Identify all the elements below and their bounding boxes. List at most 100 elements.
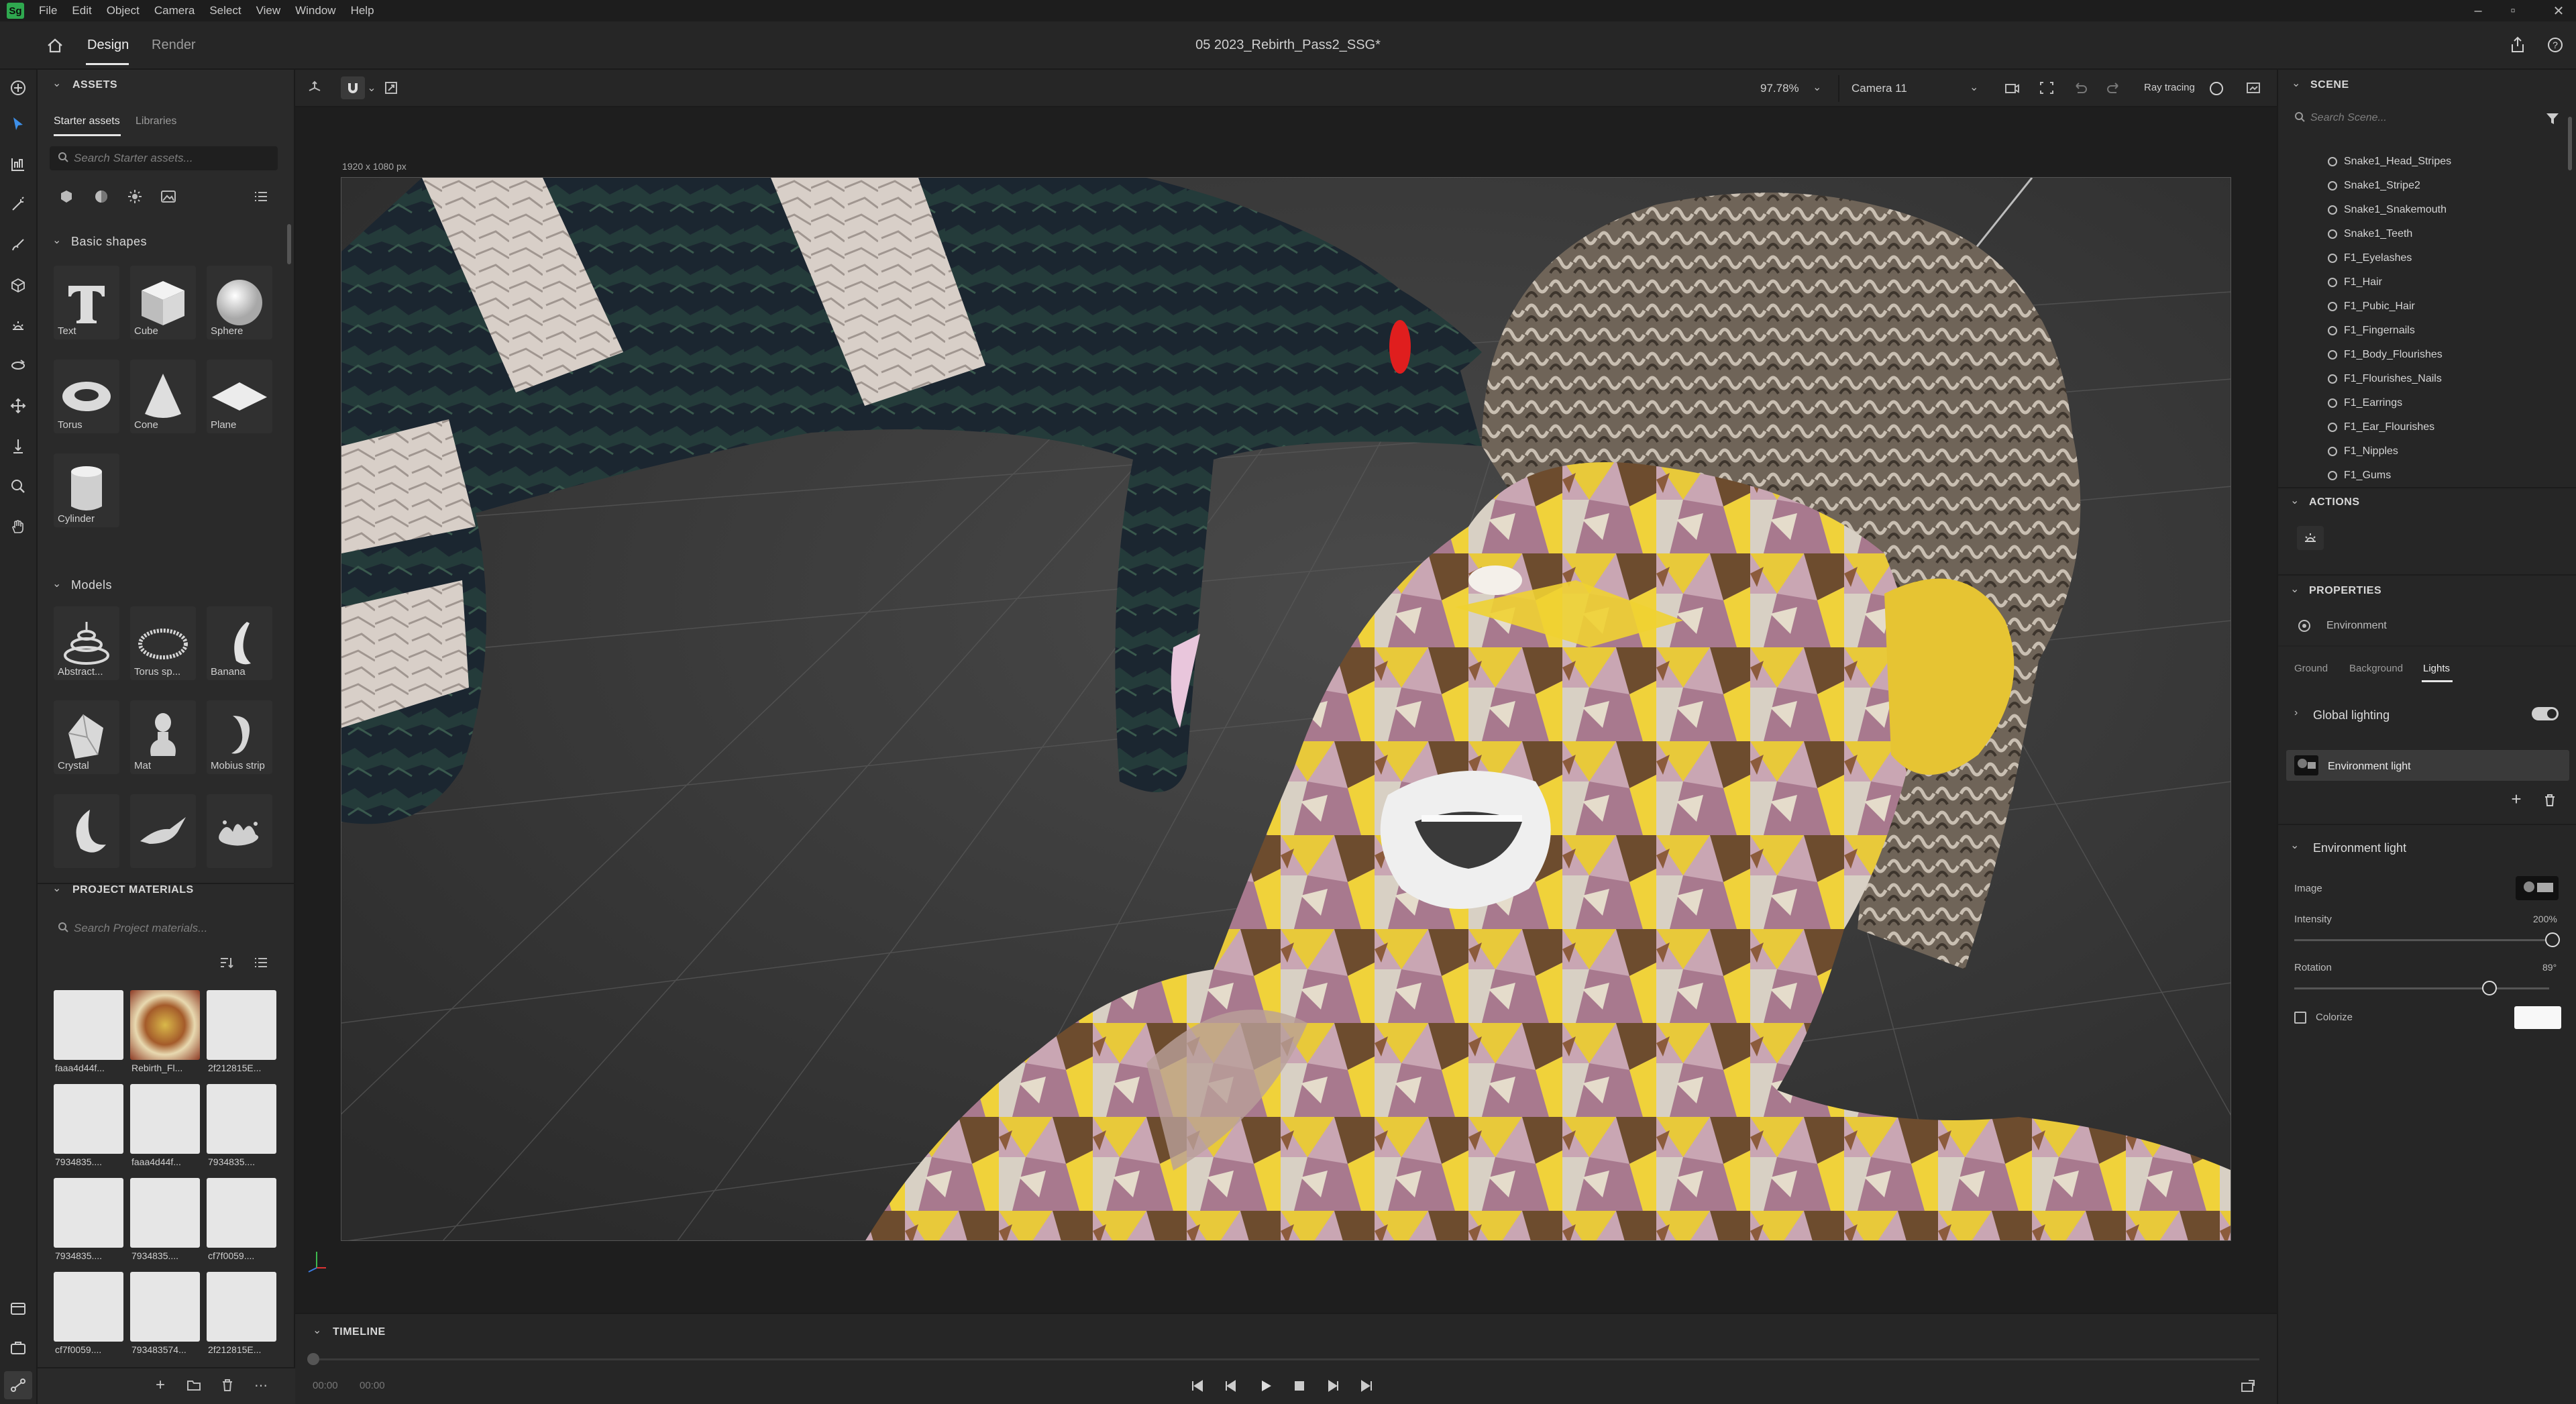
list-view-icon[interactable]	[252, 188, 270, 205]
graph-icon[interactable]	[4, 1371, 32, 1399]
scene-item[interactable]: Snake1_Snakemouth	[2328, 204, 2447, 216]
shapes-filter-icon[interactable]	[58, 188, 75, 205]
scene-item[interactable]: Snake1_Stripe2	[2328, 180, 2420, 192]
sort-icon[interactable]	[217, 954, 235, 971]
visibility-icon[interactable]	[2328, 374, 2337, 384]
skip-end-icon[interactable]	[1356, 1376, 1377, 1396]
close-icon[interactable]: ✕	[2542, 0, 2575, 21]
visibility-icon[interactable]	[2328, 423, 2337, 432]
visibility-icon[interactable]	[2328, 326, 2337, 335]
delete-light-icon[interactable]	[2540, 790, 2560, 810]
undo-view-icon[interactable]	[2070, 78, 2090, 98]
render-settings-icon[interactable]	[2243, 78, 2263, 98]
shape-plane-tile[interactable]: Plane	[207, 360, 272, 433]
tab-starter-assets[interactable]: Starter assets	[54, 115, 120, 127]
properties-collapse-icon[interactable]: ⌄	[2290, 582, 2299, 596]
scene-item[interactable]: F1_Fingernails	[2328, 325, 2415, 337]
scene-item[interactable]: F1_Nipples	[2328, 445, 2398, 457]
env-light-collapse-icon[interactable]: ⌄	[2290, 839, 2299, 852]
shape-torus-tile[interactable]: Torus	[54, 360, 119, 433]
basic-shapes-collapse-icon[interactable]: ⌄	[52, 233, 61, 247]
material-swatch[interactable]: 7934835....	[54, 1178, 123, 1262]
stop-icon[interactable]	[1289, 1376, 1309, 1396]
scene-scrollbar[interactable]	[2568, 117, 2572, 170]
align-tool-icon[interactable]	[8, 154, 28, 174]
material-swatch[interactable]: 7934835....	[207, 1084, 276, 1169]
more-icon[interactable]: ⋯	[252, 1376, 270, 1394]
rotation-slider-track[interactable]	[2294, 987, 2549, 989]
model-crystal-tile[interactable]: Crystal	[54, 700, 119, 774]
zoom-level[interactable]: 97.78%	[1760, 82, 1799, 95]
material-swatch[interactable]: 7934835....	[54, 1084, 123, 1169]
step-back-icon[interactable]	[1221, 1376, 1241, 1396]
menu-help[interactable]: Help	[351, 4, 374, 17]
rotation-slider-knob[interactable]	[2482, 981, 2497, 995]
materials-list-view-icon[interactable]	[252, 954, 270, 971]
material-swatch[interactable]: cf7f0059....	[54, 1272, 123, 1356]
skip-start-icon[interactable]	[1187, 1376, 1208, 1396]
global-lighting-expand-icon[interactable]: ›	[2294, 707, 2298, 719]
timeline-track[interactable]	[314, 1358, 2259, 1360]
lights-filter-icon[interactable]	[126, 188, 144, 205]
env-image-thumbnail[interactable]	[2516, 876, 2559, 900]
assets-scrollbar[interactable]	[287, 224, 291, 264]
tab-lights[interactable]: Lights	[2423, 663, 2450, 674]
shape-cone-tile[interactable]: Cone	[130, 360, 196, 433]
shape-text-tile[interactable]: Text	[54, 266, 119, 339]
material-swatch[interactable]: faaa4d44f...	[130, 1084, 200, 1169]
scene-item[interactable]: F1_Gums	[2328, 470, 2391, 482]
material-swatch[interactable]: 2f212815E...	[207, 990, 276, 1075]
material-swatch[interactable]: 7934835....	[130, 1178, 200, 1262]
visibility-icon[interactable]	[2328, 398, 2337, 408]
visibility-icon[interactable]	[2328, 278, 2337, 287]
scene-collapse-icon[interactable]: ⌄	[2292, 76, 2300, 90]
project-materials-collapse-icon[interactable]: ⌄	[52, 881, 61, 895]
minimize-icon[interactable]: –	[2462, 0, 2494, 21]
add-material-icon[interactable]: +	[152, 1376, 169, 1394]
menu-file[interactable]: File	[39, 4, 57, 17]
shape-cylinder-tile[interactable]: Cylinder	[54, 453, 119, 527]
render-canvas[interactable]	[341, 177, 2231, 1241]
rotation-value[interactable]: 89°	[2542, 962, 2557, 973]
visibility-icon[interactable]	[2328, 229, 2337, 239]
zoom-dropdown-icon[interactable]: ⌄	[1813, 80, 1821, 94]
filter-icon[interactable]	[2542, 109, 2563, 129]
camera-select[interactable]: Camera 11	[1851, 82, 1907, 95]
visibility-icon[interactable]	[2328, 205, 2337, 215]
actions-collapse-icon[interactable]: ⌄	[2290, 494, 2299, 507]
redo-view-icon[interactable]	[2104, 78, 2124, 98]
model-bird-tile[interactable]	[130, 794, 196, 868]
transform-icon[interactable]	[305, 78, 325, 98]
global-lighting-toggle[interactable]	[2532, 707, 2559, 720]
images-filter-icon[interactable]	[160, 188, 177, 205]
materials-filter-icon[interactable]	[93, 188, 110, 205]
menu-edit[interactable]: Edit	[72, 4, 91, 17]
menu-window[interactable]: Window	[295, 4, 335, 17]
export-animation-icon[interactable]	[2238, 1376, 2258, 1396]
visibility-icon[interactable]	[2328, 471, 2337, 480]
add-icon[interactable]	[8, 78, 28, 98]
material-brush-icon[interactable]	[8, 235, 28, 255]
model-mat-tile[interactable]: Mat	[130, 700, 196, 774]
model-abstract-tile[interactable]: Abstract...	[54, 606, 119, 680]
tab-libraries[interactable]: Libraries	[136, 115, 176, 127]
scene-item[interactable]: F1_Eyelashes	[2328, 252, 2412, 264]
scene-item[interactable]: Snake1_Head_Stripes	[2328, 156, 2451, 168]
shape-sphere-tile[interactable]: Sphere	[207, 266, 272, 339]
help-icon[interactable]: ?	[2544, 34, 2567, 56]
scene-item[interactable]: F1_Body_Flourishes	[2328, 349, 2443, 361]
snap-dropdown-icon[interactable]: ⌄	[365, 78, 378, 98]
shape-cube-tile[interactable]: Cube	[130, 266, 196, 339]
magic-select-icon[interactable]	[8, 195, 28, 215]
share-icon[interactable]	[2506, 34, 2529, 56]
visibility-icon[interactable]	[2328, 157, 2337, 166]
model-splash-tile[interactable]	[207, 794, 272, 868]
material-swatch[interactable]: faaa4d44f...	[54, 990, 123, 1075]
scene-item[interactable]: F1_Flourishes_Nails	[2328, 373, 2442, 385]
visibility-icon[interactable]	[2328, 254, 2337, 263]
orbit-icon[interactable]	[8, 356, 28, 376]
pan-icon[interactable]	[8, 396, 28, 416]
visibility-icon[interactable]	[2328, 350, 2337, 360]
assets-collapse-icon[interactable]: ⌄	[52, 76, 61, 90]
colorize-checkbox[interactable]	[2294, 1012, 2306, 1024]
